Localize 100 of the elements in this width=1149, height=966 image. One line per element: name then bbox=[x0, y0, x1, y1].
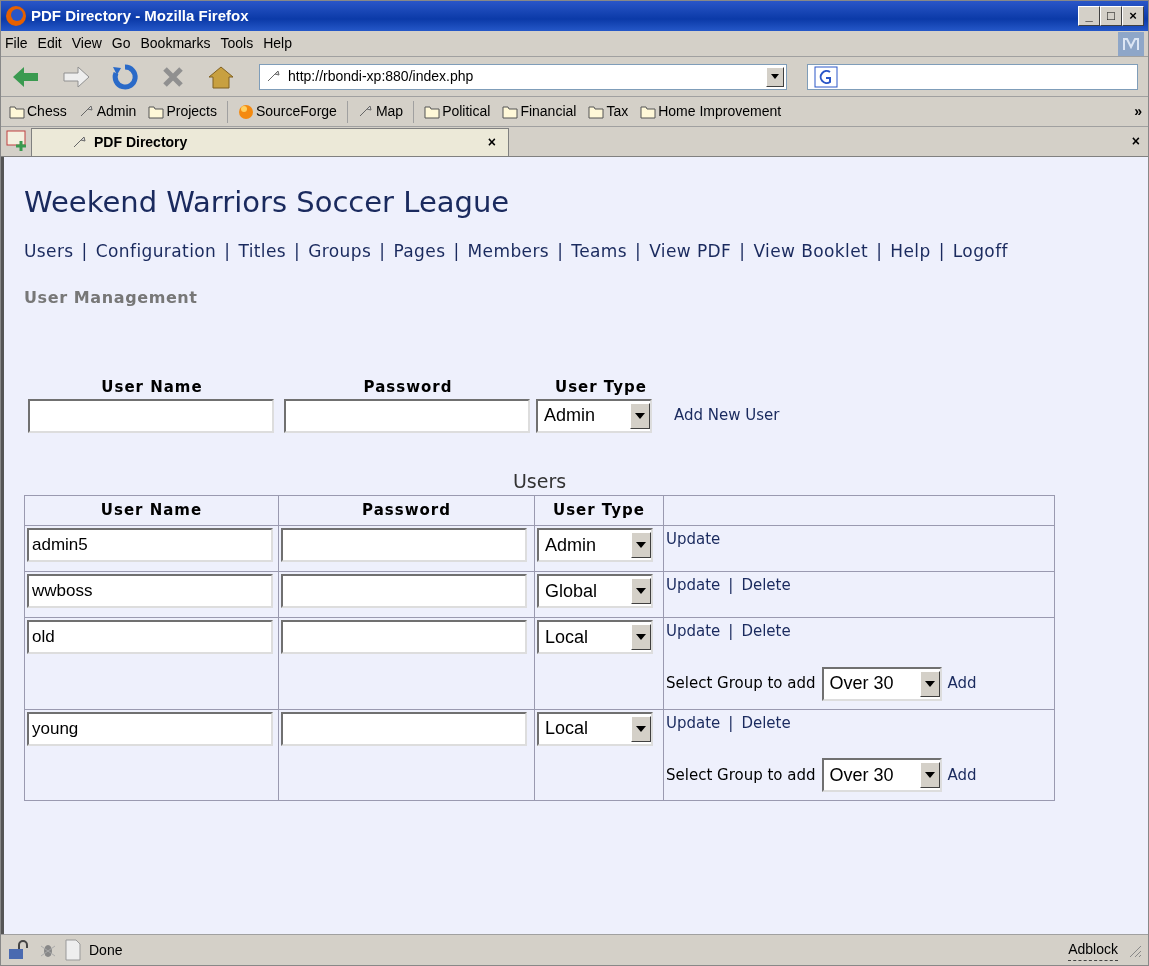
separator: | bbox=[938, 239, 945, 263]
nav-link[interactable]: Pages bbox=[393, 238, 446, 264]
add-group-link[interactable]: Add bbox=[947, 763, 977, 787]
column-header: User Type bbox=[534, 495, 664, 526]
separator: | bbox=[294, 239, 301, 263]
tab-close-button[interactable]: × bbox=[487, 132, 496, 153]
password-field[interactable] bbox=[281, 620, 527, 654]
dropdown-button[interactable] bbox=[766, 66, 784, 87]
action-link[interactable]: Update bbox=[666, 574, 721, 597]
nav-link[interactable]: Configuration bbox=[95, 238, 217, 264]
user-type-select[interactable]: Local bbox=[537, 620, 653, 654]
status-text: Done bbox=[89, 940, 123, 960]
bookmark-item[interactable]: Financial bbox=[500, 99, 579, 124]
action-link[interactable]: Update bbox=[666, 711, 721, 734]
action-link[interactable]: Update bbox=[666, 528, 721, 551]
password-field[interactable] bbox=[284, 398, 530, 433]
bookmark-item[interactable]: Admin bbox=[76, 99, 139, 124]
lock-icon bbox=[7, 940, 31, 960]
nav-link[interactable]: View Booklet bbox=[753, 238, 869, 264]
user-type-select[interactable]: Admin bbox=[536, 398, 652, 433]
user-name-field[interactable]: wwboss bbox=[27, 574, 273, 608]
separator: | bbox=[224, 239, 231, 263]
search-field[interactable] bbox=[807, 63, 1138, 90]
page-heading: Weekend Warriors Soccer League bbox=[24, 184, 511, 221]
bookmark-item[interactable]: Projects bbox=[146, 99, 219, 124]
password-field[interactable] bbox=[281, 574, 527, 608]
action-link[interactable]: Update bbox=[666, 620, 721, 643]
separator: | bbox=[635, 239, 642, 263]
nav-link[interactable]: Teams bbox=[571, 238, 628, 264]
user-type-select[interactable]: Global bbox=[537, 574, 653, 608]
caret-icon bbox=[924, 772, 935, 778]
menu-item[interactable]: Tools bbox=[220, 33, 254, 54]
folder-icon bbox=[640, 103, 657, 120]
password-field[interactable] bbox=[281, 528, 527, 562]
folder-icon bbox=[588, 103, 605, 120]
menu-item[interactable]: Help bbox=[263, 33, 292, 54]
menu-item[interactable]: Edit bbox=[37, 33, 62, 54]
group-select[interactable]: Over 30 bbox=[821, 758, 942, 792]
separator: | bbox=[728, 712, 734, 734]
select-group-label: Select Group to add bbox=[666, 764, 816, 786]
user-name-field[interactable]: old bbox=[27, 620, 273, 654]
page-icon bbox=[65, 939, 81, 961]
firefox-logo-icon bbox=[5, 5, 27, 27]
password-field[interactable] bbox=[281, 711, 527, 746]
caret-icon bbox=[636, 542, 646, 548]
menu-item[interactable]: Bookmarks bbox=[140, 33, 211, 54]
user-name-field[interactable]: admin5 bbox=[27, 528, 273, 562]
bookmark-item[interactable]: Home Improvement bbox=[638, 99, 784, 124]
nav-link[interactable]: Members bbox=[467, 238, 550, 264]
browser-tab[interactable]: PDF Directory × bbox=[31, 128, 509, 156]
action-link[interactable]: Delete bbox=[741, 711, 791, 734]
close-tab-button[interactable]: × bbox=[1131, 131, 1140, 152]
separator: | bbox=[739, 239, 746, 263]
minimize-button[interactable]: _ bbox=[1078, 6, 1100, 26]
add-group-link[interactable]: Add bbox=[947, 672, 977, 695]
sphere-icon bbox=[237, 103, 254, 120]
user-type-select[interactable]: Admin bbox=[537, 528, 653, 562]
user-type-select[interactable]: Local bbox=[537, 711, 653, 746]
reload-icon[interactable] bbox=[111, 62, 139, 91]
password-header: Password bbox=[362, 377, 454, 398]
nav-link[interactable]: View PDF bbox=[649, 238, 732, 264]
menu-item[interactable]: File bbox=[5, 33, 28, 54]
menu-item[interactable]: Go bbox=[111, 33, 131, 54]
more-bookmarks-button[interactable]: » bbox=[1134, 101, 1142, 122]
column-header: Password bbox=[278, 495, 535, 526]
user-name-header: User Name bbox=[100, 377, 204, 398]
menu-item[interactable]: View bbox=[71, 33, 102, 54]
user-name-field[interactable]: young bbox=[27, 711, 273, 746]
caret-icon bbox=[635, 412, 645, 419]
nav-link[interactable]: Logoff bbox=[952, 238, 1008, 264]
bookmark-item[interactable]: Political bbox=[422, 99, 493, 124]
address-field[interactable]: http://rbondi-xp:880/index.php bbox=[259, 63, 787, 90]
section-title: User Management bbox=[24, 287, 199, 309]
close-button[interactable]: × bbox=[1122, 6, 1144, 26]
bookmark-item[interactable]: Tax bbox=[586, 99, 631, 124]
add-user-link[interactable]: Add New User bbox=[674, 404, 1126, 427]
select-group-label: Select Group to add bbox=[666, 673, 816, 695]
nav-link[interactable]: Users bbox=[24, 238, 74, 264]
separator: | bbox=[557, 239, 564, 263]
action-link[interactable]: Delete bbox=[741, 620, 791, 643]
bookmark-item[interactable]: Chess bbox=[7, 99, 69, 124]
separator: | bbox=[81, 239, 88, 263]
column-header: User Name bbox=[24, 495, 279, 526]
adblock-button[interactable]: Adblock bbox=[1068, 939, 1118, 961]
action-link[interactable]: Delete bbox=[741, 574, 791, 597]
group-select[interactable]: Over 30 bbox=[821, 666, 942, 701]
nav-link[interactable]: Titles bbox=[238, 238, 287, 264]
nav-link[interactable]: Help bbox=[890, 238, 931, 264]
separator: | bbox=[453, 239, 460, 263]
separator: | bbox=[379, 239, 386, 263]
bookmark-item[interactable]: Map bbox=[355, 99, 406, 124]
separator: | bbox=[876, 239, 883, 263]
separator: | bbox=[728, 621, 734, 642]
maximize-button[interactable]: □ bbox=[1100, 6, 1122, 26]
caret-icon bbox=[771, 74, 779, 79]
caret-icon bbox=[924, 680, 935, 687]
folder-icon bbox=[502, 103, 519, 120]
user-name-field[interactable] bbox=[28, 398, 274, 433]
bookmark-item[interactable]: SourceForge bbox=[235, 99, 339, 124]
nav-link[interactable]: Groups bbox=[308, 238, 372, 264]
